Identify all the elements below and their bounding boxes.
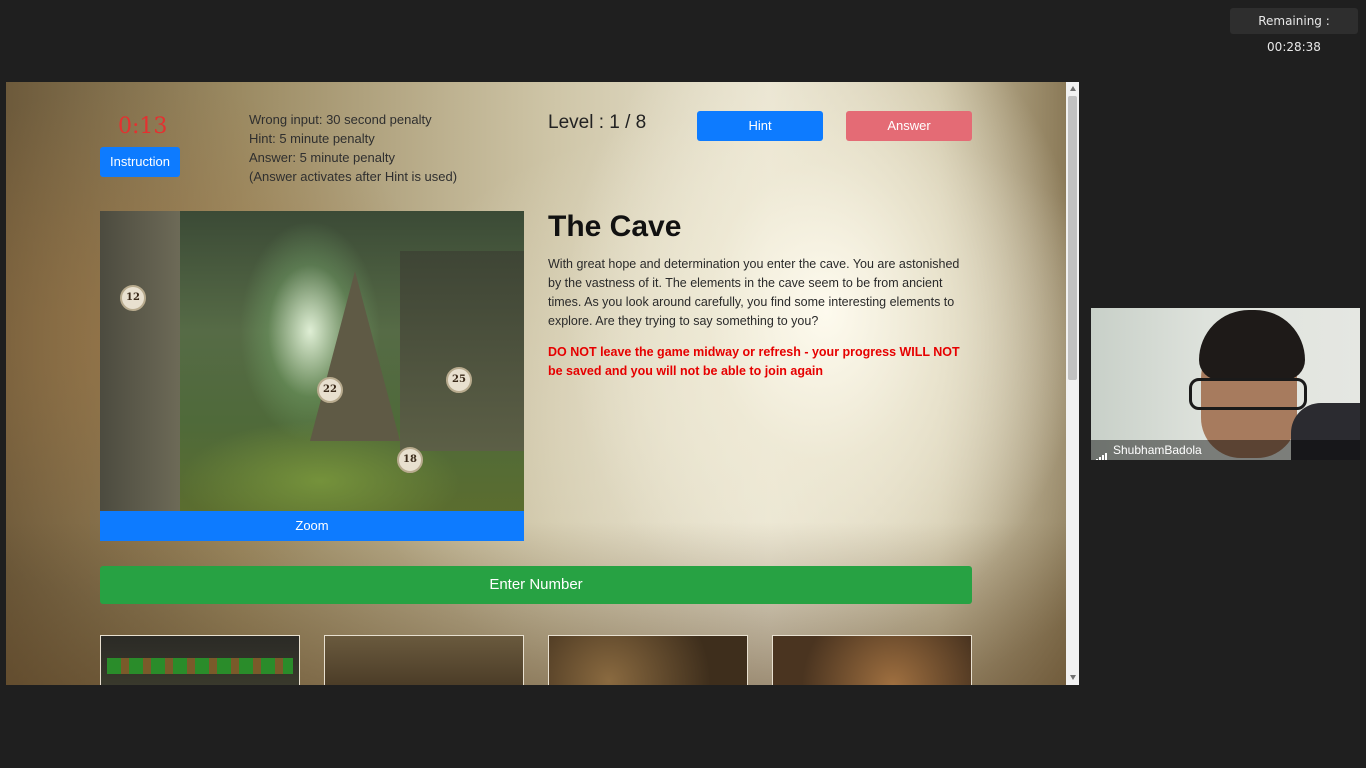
clue-thumbnail[interactable]: [100, 635, 300, 685]
penalty-hint: Hint: 5 minute penalty: [249, 131, 375, 146]
image-marker: 18: [397, 447, 423, 473]
hint-button[interactable]: Hint: [697, 111, 823, 141]
image-marker: 25: [446, 367, 472, 393]
enter-number-button[interactable]: Enter Number: [100, 566, 972, 604]
participant-video[interactable]: ShubhamBadola: [1091, 308, 1360, 460]
level-title: The Cave: [548, 210, 682, 243]
cave-pillar: [100, 211, 180, 511]
icon-grid: [107, 658, 293, 674]
cave-ruins: [400, 251, 524, 451]
participant-glasses: [1189, 378, 1307, 410]
remaining-time-badge: Remaining : 00:28:38: [1230, 8, 1358, 54]
cave-temple: [310, 271, 400, 441]
shared-screen: 0:13 Instruction Wrong input: 30 second …: [6, 82, 1079, 685]
scrollbar-thumb[interactable]: [1068, 96, 1077, 380]
game-page: 0:13 Instruction Wrong input: 30 second …: [6, 82, 1066, 685]
participant-hair: [1199, 310, 1305, 380]
image-marker: 12: [120, 285, 146, 311]
game-timer: 0:13: [118, 114, 168, 139]
level-indicator: Level : 1 / 8: [548, 112, 647, 133]
scroll-down-arrow-icon[interactable]: [1070, 675, 1076, 680]
penalty-wrong-input: Wrong input: 30 second penalty: [249, 112, 432, 127]
instruction-button[interactable]: Instruction: [100, 147, 180, 177]
story-text: With great hope and determination you en…: [548, 257, 960, 328]
penalty-rules: Wrong input: 30 second penalty Hint: 5 m…: [249, 110, 457, 186]
clue-thumbnail[interactable]: [324, 635, 524, 685]
zoom-button[interactable]: Zoom: [100, 511, 524, 541]
clue-thumbnail[interactable]: [548, 635, 748, 685]
penalty-note: (Answer activates after Hint is used): [249, 169, 458, 184]
image-marker: 22: [317, 377, 343, 403]
signal-strength-icon: [1096, 445, 1108, 460]
participant-name-bar: ShubhamBadola: [1091, 440, 1360, 460]
penalty-answer: Answer: 5 minute penalty: [249, 150, 395, 165]
cave-image[interactable]: 12 22 25 18: [100, 211, 524, 511]
answer-button[interactable]: Answer: [846, 111, 972, 141]
clue-thumbnail[interactable]: [772, 635, 972, 685]
warning-text: DO NOT leave the game midway or refresh …: [548, 345, 960, 378]
scroll-up-arrow-icon[interactable]: [1070, 86, 1076, 91]
participant-name: ShubhamBadola: [1113, 443, 1202, 457]
